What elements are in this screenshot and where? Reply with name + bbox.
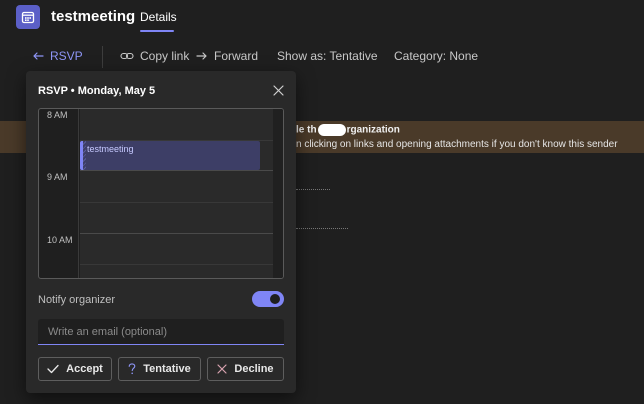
event-title: testmeeting: [87, 144, 134, 154]
calendar-grid: testmeeting: [80, 109, 273, 278]
notify-organizer-toggle[interactable]: [252, 291, 284, 307]
link-icon: [120, 51, 134, 61]
reply-arrow-icon: [32, 50, 44, 62]
toolbar-divider: [102, 46, 103, 68]
email-message-input[interactable]: [38, 319, 284, 345]
decline-label: Decline: [234, 363, 274, 375]
active-tab-indicator: [140, 30, 174, 32]
tentative-button[interactable]: Tentative: [118, 357, 201, 381]
accept-label: Accept: [66, 363, 103, 375]
divider-line: [296, 228, 348, 229]
rsvp-label: RSVP: [50, 49, 83, 63]
day-calendar-preview[interactable]: 8 AM 9 AM 10 AM testmeeting: [38, 108, 284, 279]
hour-line: [80, 170, 273, 171]
checkmark-icon: [47, 364, 59, 374]
dialog-title: RSVP • Monday, May 5: [38, 85, 156, 97]
meeting-title: testmeeting: [51, 8, 136, 25]
app-header: testmeeting Details: [0, 0, 644, 40]
hour-line: [80, 233, 273, 234]
forward-label: Forward: [214, 49, 259, 63]
copy-link-button[interactable]: Copy link: [120, 49, 189, 63]
forward-button[interactable]: Forward: [196, 49, 258, 63]
warning-title-end: rganization: [346, 124, 400, 136]
close-icon: [217, 364, 228, 374]
accept-button[interactable]: Accept: [38, 357, 112, 381]
question-mark-icon: [128, 363, 136, 375]
divider-line: [296, 189, 330, 190]
arrow-right-icon: [196, 50, 208, 62]
tab-details[interactable]: Details: [140, 10, 177, 24]
warning-text: n clicking on links and opening attachme…: [296, 139, 618, 150]
rsvp-button[interactable]: RSVP: [32, 49, 83, 63]
warning-title-start: le th: [296, 124, 317, 136]
show-as-dropdown[interactable]: Show as: Tentative: [277, 49, 378, 63]
redaction-mark: [317, 124, 346, 136]
hour-label: 10 AM: [47, 235, 73, 245]
hour-label: 9 AM: [47, 172, 68, 182]
decline-button[interactable]: Decline: [207, 357, 284, 381]
half-hour-line: [80, 202, 273, 203]
close-button[interactable]: [271, 85, 285, 99]
close-icon: [272, 83, 284, 101]
hour-label: 8 AM: [47, 110, 68, 120]
calendar-event[interactable]: testmeeting: [80, 141, 260, 170]
toggle-knob: [270, 294, 280, 304]
category-dropdown[interactable]: Category: None: [394, 49, 478, 63]
tentative-label: Tentative: [143, 363, 191, 375]
time-gutter: 8 AM 9 AM 10 AM: [39, 109, 79, 278]
half-hour-line: [80, 264, 273, 265]
meeting-toolbar: RSVP Copy link Forward Show as: Tentativ…: [0, 44, 644, 70]
calendar-scrollbar[interactable]: [273, 109, 283, 278]
notify-organizer-label: Notify organizer: [38, 294, 116, 306]
calendar-icon: [16, 5, 40, 29]
rsvp-dialog: RSVP • Monday, May 5 8 AM 9 AM 10 AM tes…: [26, 71, 296, 393]
warning-title: le th rganization: [296, 124, 400, 136]
copy-link-label: Copy link: [140, 49, 190, 63]
